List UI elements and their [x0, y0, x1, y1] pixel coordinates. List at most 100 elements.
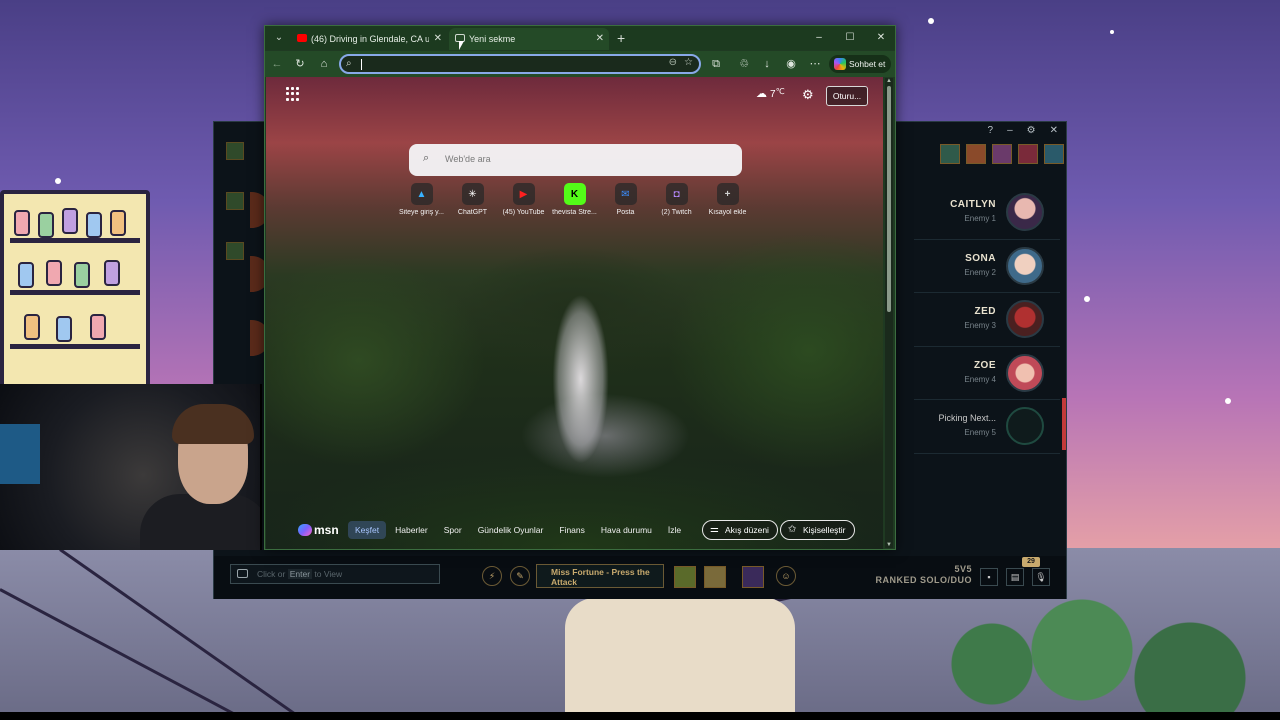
- close-window-button[interactable]: ✕: [869, 29, 893, 47]
- msn-tab-sports[interactable]: Spor: [437, 521, 469, 539]
- maximize-button[interactable]: ☐: [838, 29, 862, 47]
- close-tab-icon[interactable]: ✕: [434, 28, 442, 50]
- enemy-slot-label: Enemy 4: [964, 374, 996, 384]
- extensions-icon[interactable]: ⧉: [707, 55, 725, 73]
- background-character-legs: [565, 598, 795, 720]
- skin-select-icon[interactable]: [742, 566, 764, 588]
- settings-icon[interactable]: ⚙: [1027, 125, 1036, 136]
- msn-tab-casual-games[interactable]: Gündelik Oyunlar: [471, 521, 551, 539]
- feed-layout-label: Akış düzeni: [725, 525, 769, 535]
- scroll-down-icon[interactable]: ▼: [885, 542, 893, 548]
- more-menu-icon[interactable]: ⋯: [806, 55, 824, 73]
- enemy-slot-label: Enemy 3: [964, 321, 996, 330]
- msn-tab-finance[interactable]: Finans: [552, 521, 592, 539]
- chat-hint-suffix: to View: [314, 569, 343, 579]
- emote-icon[interactable]: ☺: [776, 566, 796, 586]
- champion-portrait: [1006, 246, 1044, 285]
- voice-icon[interactable]: 🎙: [1032, 568, 1050, 586]
- msn-tab-watch[interactable]: İzle: [661, 521, 688, 539]
- profile-avatar-icon[interactable]: ◉: [782, 55, 800, 73]
- msn-tab-news[interactable]: Haberler: [388, 521, 435, 539]
- tab-youtube[interactable]: (46) Driving in Glendale, CA us | Cu ✕: [291, 28, 447, 50]
- picking-indicator: [1062, 398, 1066, 450]
- missions-icon[interactable]: ▤: [1006, 568, 1024, 586]
- copilot-chat-button[interactable]: Sohbet et: [829, 55, 891, 73]
- favorite-star-icon[interactable]: ☆: [684, 57, 693, 68]
- summoner-spell-icon[interactable]: [704, 566, 726, 588]
- queue-type: RANKED SOLO/DUO: [875, 575, 972, 585]
- enemy-champion-name: ZOE: [973, 359, 996, 371]
- quick-link-label: (45) YouTube: [502, 209, 545, 216]
- quick-link[interactable]: ▲ Siteye giriş y...: [396, 183, 447, 216]
- quick-link[interactable]: ✳ ChatGPT: [447, 183, 498, 216]
- quick-link-label: Kısayol ekle: [708, 209, 747, 216]
- browser-toolbar: ← ↻ ⌂ ⌕ ⊖ ☆ ⧉ ♲ ↓ ◉ ⋯ Sohbet et: [265, 51, 895, 77]
- web-search-box[interactable]: ⌕ Web'de ara: [409, 144, 742, 176]
- page-settings-icon[interactable]: ⚙: [802, 87, 814, 103]
- rune-page-selector[interactable]: Miss Fortune - Press the Attack: [536, 564, 664, 588]
- app-launcher-icon[interactable]: [286, 87, 300, 101]
- quick-link[interactable]: ▶ (45) YouTube: [498, 183, 549, 216]
- browser-essentials-icon[interactable]: ♲: [735, 55, 753, 73]
- enemy-champion-name: ZED: [974, 306, 996, 317]
- refresh-icon[interactable]: ↻: [291, 55, 309, 73]
- enemy-slot: CAITLYN Enemy 1: [914, 186, 1060, 240]
- quick-link[interactable]: ◘ (2) Twitch: [651, 183, 702, 216]
- weather-widget[interactable]: ☁ 7℃: [756, 87, 785, 100]
- summoner-spell-icon[interactable]: [674, 566, 696, 588]
- background-shop-shelf: [0, 190, 150, 390]
- page-scrollbar[interactable]: ▲ ▼: [885, 78, 893, 548]
- lol-bottom-bar: Click or Enter to View ⚡ ✎ Miss Fortune …: [214, 556, 1066, 599]
- ban-slot: [226, 192, 244, 210]
- quick-link[interactable]: ✉ Posta: [600, 183, 651, 216]
- close-tab-icon[interactable]: ✕: [596, 28, 604, 50]
- ban-slot: [226, 242, 244, 260]
- edit-rune-icon[interactable]: ✎: [510, 566, 530, 586]
- help-icon[interactable]: ?: [988, 125, 994, 136]
- chevron-down-icon[interactable]: ⌄: [271, 30, 287, 46]
- text-caret: [361, 59, 362, 70]
- close-icon[interactable]: ✕: [1050, 125, 1058, 136]
- add-shortcut-button[interactable]: + Kısayol ekle: [702, 183, 753, 216]
- sign-in-button[interactable]: Oturu...: [826, 86, 868, 106]
- msn-nav: Keşfet Haberler Spor Gündelik Oyunlar Fi…: [348, 521, 688, 539]
- cloud-icon: ☁: [756, 88, 767, 100]
- chat-bubble-icon[interactable]: ▪: [980, 568, 998, 586]
- enemy-slot: ZOE Enemy 4: [914, 347, 1060, 400]
- chat-input[interactable]: Click or Enter to View: [230, 564, 440, 584]
- search-icon: ⌕: [346, 58, 352, 69]
- enemy-slot: ZED Enemy 3: [914, 293, 1060, 347]
- scrollbar-thumb[interactable]: [887, 86, 891, 312]
- back-arrow-icon[interactable]: ←: [268, 55, 286, 73]
- sliders-icon: ⚌: [710, 524, 719, 535]
- msn-tab-weather[interactable]: Hava durumu: [594, 521, 659, 539]
- new-tab-button[interactable]: +: [617, 29, 625, 47]
- site-login-icon: ▲: [410, 183, 433, 205]
- youtube-icon: ▶: [512, 183, 535, 205]
- webcam-background-monitor: [0, 424, 40, 484]
- champion-portrait: [1006, 300, 1044, 338]
- msn-logo[interactable]: msn: [298, 523, 339, 537]
- queue-info: 5V5 RANKED SOLO/DUO: [875, 564, 972, 586]
- zoom-icon[interactable]: ⊖: [669, 57, 677, 68]
- address-bar[interactable]: ⌕ ⊖ ☆: [339, 54, 701, 74]
- minimize-button[interactable]: –: [807, 29, 831, 47]
- personalize-button[interactable]: ✩ Kişiselleştir: [780, 520, 855, 540]
- quick-link-label: Posta: [616, 209, 635, 216]
- minimize-icon[interactable]: –: [1007, 125, 1013, 136]
- home-icon[interactable]: ⌂: [315, 55, 333, 73]
- mail-icon: ✉: [614, 183, 637, 205]
- tab-new-tab[interactable]: Yeni sekme ✕: [449, 28, 609, 50]
- chat-hint-key: Enter: [287, 569, 313, 579]
- msn-tab-discover[interactable]: Keşfet: [348, 521, 387, 539]
- ban-slot: [226, 142, 244, 160]
- weather-unit: ℃: [775, 87, 785, 96]
- quick-link[interactable]: K thevista Stre...: [549, 183, 600, 216]
- enemy-champion-name: SONA: [965, 252, 996, 264]
- feed-layout-button[interactable]: ⚌ Akış düzeni: [702, 520, 778, 540]
- scroll-up-icon[interactable]: ▲: [885, 78, 893, 84]
- tab-strip: ⌄ (46) Driving in Glendale, CA us | Cu ✕…: [265, 26, 895, 50]
- chat-hint-prefix: Click or: [257, 569, 286, 579]
- rune-page-icon[interactable]: ⚡: [482, 566, 502, 586]
- downloads-icon[interactable]: ↓: [758, 55, 776, 73]
